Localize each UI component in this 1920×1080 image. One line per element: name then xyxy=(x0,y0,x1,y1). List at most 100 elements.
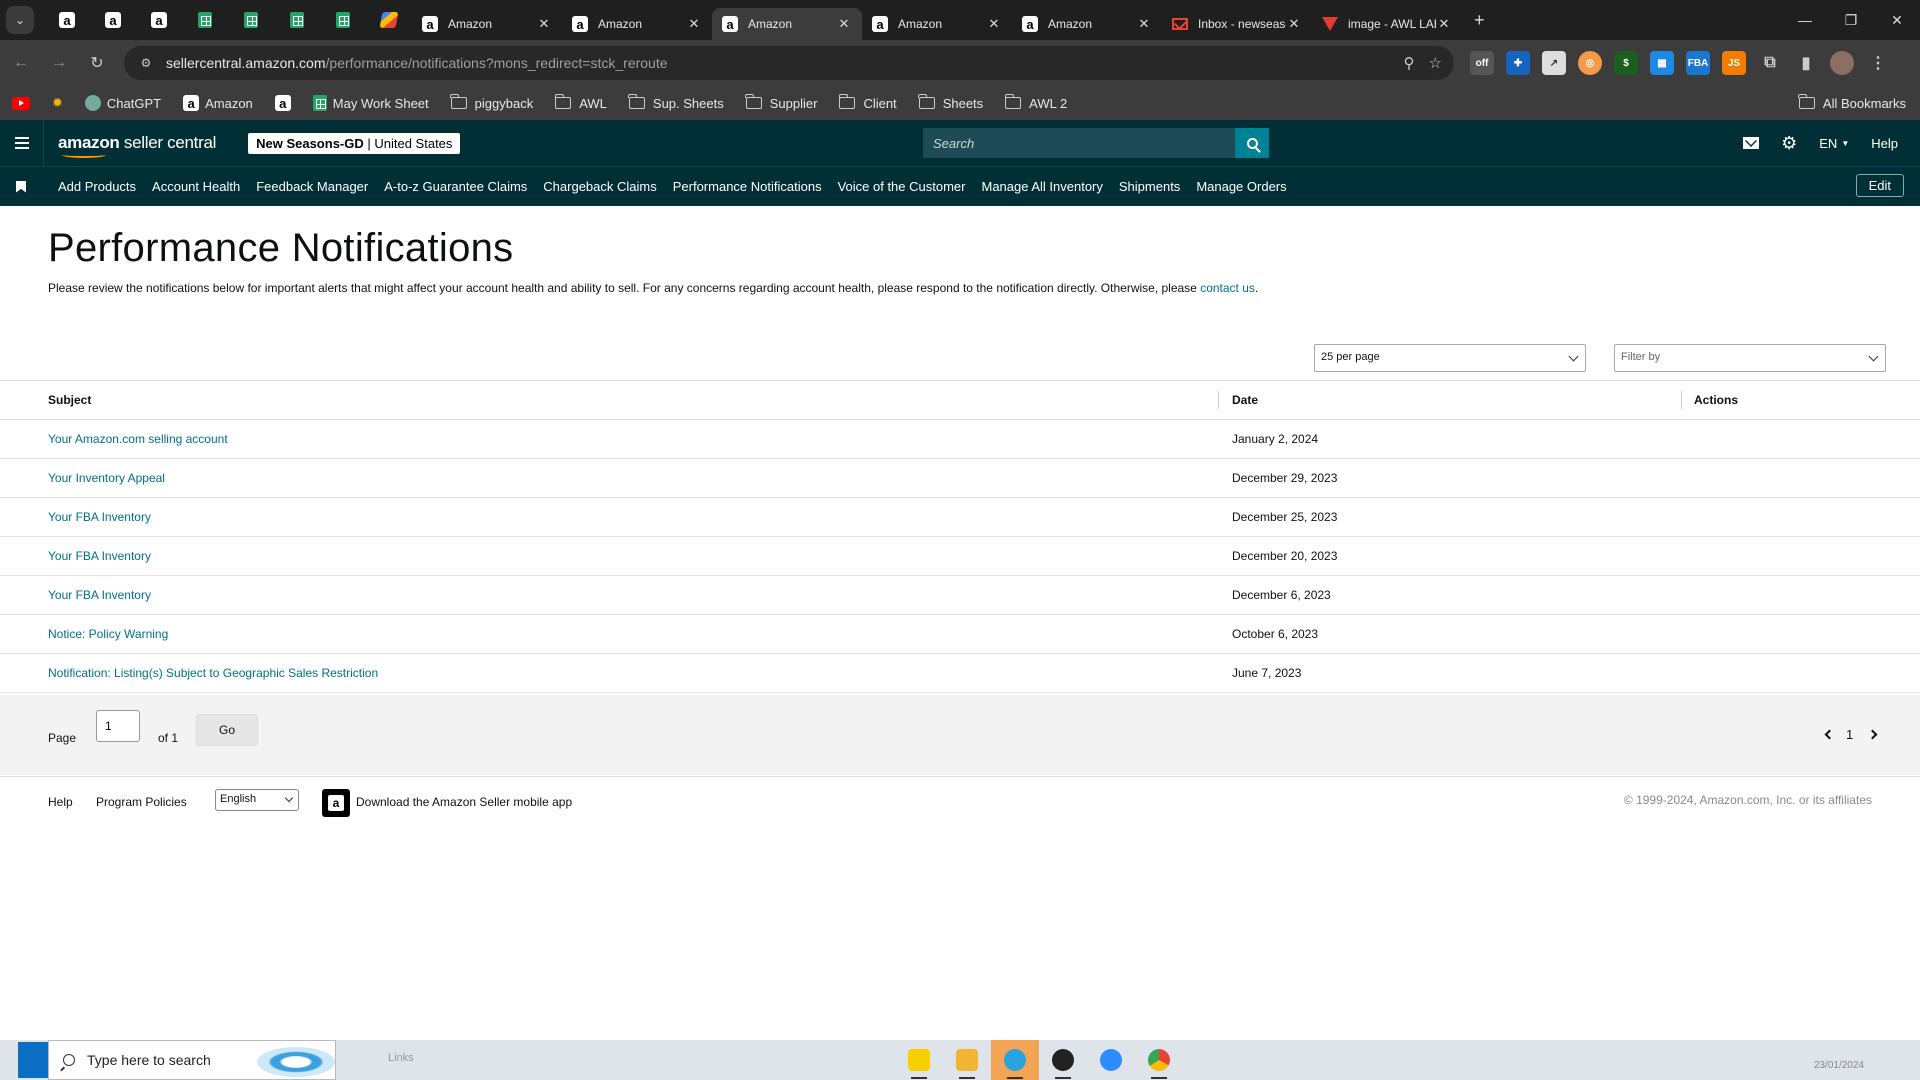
extension-orange-icon[interactable]: ◎ xyxy=(1578,51,1602,75)
extension-green-icon[interactable]: $ xyxy=(1614,51,1638,75)
close-icon[interactable]: ✕ xyxy=(1286,16,1302,32)
tab-active[interactable]: a Amazon ✕ xyxy=(712,8,862,40)
help-link[interactable]: Help xyxy=(1871,136,1898,151)
zoom-icon[interactable]: ⚲ xyxy=(1404,54,1415,72)
forward-icon[interactable]: → xyxy=(42,46,76,80)
download-app-link[interactable]: Download the Amazon Seller mobile app xyxy=(356,795,572,809)
pinned-tab-amazon[interactable]: a xyxy=(44,0,90,40)
sticky-notes-app[interactable] xyxy=(895,1040,943,1080)
pinned-tab-app[interactable] xyxy=(366,0,412,40)
taskbar-search[interactable]: Type here to search xyxy=(48,1040,336,1080)
chevron-left-icon[interactable] xyxy=(1824,729,1835,740)
menu-kebab-icon[interactable]: ⋮ xyxy=(1866,51,1890,75)
footer-language-select[interactable]: English xyxy=(215,789,299,811)
pinned-tab-sheets[interactable] xyxy=(182,0,228,40)
notification-subject-link[interactable]: Your FBA Inventory xyxy=(48,510,151,524)
tab[interactable]: a Amazon ✕ xyxy=(862,8,1012,40)
bookmark-folder-client[interactable]: Client xyxy=(838,94,897,111)
notification-subject-link[interactable]: Your FBA Inventory xyxy=(48,549,151,563)
seller-app-icon[interactable]: a xyxy=(322,789,350,817)
zoom-app[interactable] xyxy=(1087,1040,1135,1080)
page-number-input[interactable] xyxy=(96,710,140,742)
close-window-icon[interactable]: ✕ xyxy=(1874,0,1920,40)
pinned-tab-sheets[interactable] xyxy=(320,0,366,40)
close-icon[interactable]: ✕ xyxy=(836,16,852,32)
bookmark-folder-sup-sheets[interactable]: Sup. Sheets xyxy=(628,94,724,111)
bookmark-folder-piggyback[interactable]: piggyback xyxy=(450,94,533,111)
nav-manage-orders[interactable]: Manage Orders xyxy=(1196,179,1286,194)
nav-chargeback-claims[interactable]: Chargeback Claims xyxy=(543,179,656,194)
extension-js-icon[interactable]: JS xyxy=(1722,51,1746,75)
extension-fba-icon[interactable]: FBA xyxy=(1686,51,1710,75)
extension-chart-icon[interactable]: ↗ xyxy=(1542,51,1566,75)
extension-blue-icon[interactable]: ✚ xyxy=(1506,51,1530,75)
taskbar-links-toolbar[interactable]: Links xyxy=(388,1052,414,1064)
extensions-puzzle-icon[interactable]: ⧉ xyxy=(1758,51,1782,75)
notification-subject-link[interactable]: Your FBA Inventory xyxy=(48,588,151,602)
bookmark-star-icon[interactable]: ☆ xyxy=(1429,54,1442,72)
extension-calc-icon[interactable]: ▦ xyxy=(1650,51,1674,75)
current-page-number[interactable]: 1 xyxy=(1846,727,1853,742)
filter-select[interactable]: Filter by xyxy=(1614,344,1886,372)
side-panel-icon[interactable]: ▮ xyxy=(1794,51,1818,75)
tab[interactable]: a Amazon ✕ xyxy=(562,8,712,40)
go-button[interactable]: Go xyxy=(196,714,258,746)
pinned-tab-amazon[interactable]: a xyxy=(90,0,136,40)
notification-subject-link[interactable]: Your Inventory Appeal xyxy=(48,471,165,485)
nav-account-health[interactable]: Account Health xyxy=(152,179,240,194)
bookmark-folder-supplier[interactable]: Supplier xyxy=(745,94,817,111)
bookmark-icon[interactable] xyxy=(16,180,26,193)
restore-icon[interactable]: ❐ xyxy=(1828,0,1874,40)
site-info-icon[interactable]: ⚙ xyxy=(134,56,158,70)
telegram-app[interactable] xyxy=(991,1040,1039,1080)
close-icon[interactable]: ✕ xyxy=(1436,16,1452,32)
pinned-tab-amazon[interactable]: a xyxy=(136,0,182,40)
file-explorer-app[interactable] xyxy=(943,1040,991,1080)
settings-button[interactable]: ⚙ xyxy=(1781,133,1797,154)
bookmark-youtube[interactable] xyxy=(12,96,30,110)
close-icon[interactable]: ✕ xyxy=(986,16,1002,32)
seller-central-logo[interactable]: amazon seller central xyxy=(58,133,216,158)
bookmark-chatgpt[interactable]: ChatGPT xyxy=(84,95,161,111)
bookmark-misc[interactable]: ✹ xyxy=(52,95,63,111)
bookmark-folder-awl[interactable]: AWL xyxy=(554,94,607,111)
language-selector[interactable]: EN ▼ xyxy=(1819,136,1849,151)
tab[interactable]: Inbox - newseasonsg✕ xyxy=(1162,8,1312,40)
bookmark-folder-awl-2[interactable]: AWL 2 xyxy=(1004,94,1067,111)
search-button[interactable] xyxy=(1235,128,1269,158)
notification-subject-link[interactable]: Notification: Listing(s) Subject to Geog… xyxy=(48,666,378,680)
contact-us-link[interactable]: contact us xyxy=(1200,281,1255,295)
reload-icon[interactable]: ↻ xyxy=(80,46,114,80)
close-icon[interactable]: ✕ xyxy=(536,16,552,32)
hamburger-menu-icon[interactable] xyxy=(0,120,44,166)
tab-search-button[interactable]: ⌄ xyxy=(6,6,34,34)
tab[interactable]: a Amazon ✕ xyxy=(1012,8,1162,40)
tab[interactable]: image - AWL LABEL✕ xyxy=(1312,8,1462,40)
nav-voice-of-customer[interactable]: Voice of the Customer xyxy=(838,179,966,194)
address-bar[interactable]: ⚙ sellercentral.amazon.com/performance/n… xyxy=(124,46,1454,80)
nav-shipments[interactable]: Shipments xyxy=(1119,179,1180,194)
nav-performance-notifications[interactable]: Performance Notifications xyxy=(673,179,822,194)
all-bookmarks[interactable]: All Bookmarks xyxy=(1798,86,1906,120)
start-tile[interactable] xyxy=(18,1042,50,1078)
bookmark-amazon-2[interactable]: a xyxy=(274,95,291,111)
account-switcher[interactable]: New Seasons-GD | United States xyxy=(248,132,461,154)
tab[interactable]: a Amazon ✕ xyxy=(412,8,562,40)
close-icon[interactable]: ✕ xyxy=(1136,16,1152,32)
nav-manage-inventory[interactable]: Manage All Inventory xyxy=(981,179,1102,194)
obs-app[interactable] xyxy=(1039,1040,1087,1080)
per-page-select[interactable]: 25 per page xyxy=(1314,344,1586,372)
column-header-date[interactable]: Date xyxy=(1232,393,1258,407)
bookmark-amazon[interactable]: a Amazon xyxy=(183,95,253,111)
nav-feedback-manager[interactable]: Feedback Manager xyxy=(256,179,368,194)
notification-subject-link[interactable]: Notice: Policy Warning xyxy=(48,627,168,641)
chrome-app[interactable] xyxy=(1135,1040,1183,1080)
chevron-right-icon[interactable] xyxy=(1867,729,1878,740)
footer-policies-link[interactable]: Program Policies xyxy=(96,795,187,809)
minimize-icon[interactable]: — xyxy=(1782,0,1828,40)
pinned-tab-sheets[interactable] xyxy=(228,0,274,40)
extension-off-icon[interactable]: off xyxy=(1470,51,1494,75)
bookmark-folder-sheets[interactable]: Sheets xyxy=(918,94,983,111)
pinned-tab-sheets[interactable] xyxy=(274,0,320,40)
edit-nav-button[interactable]: Edit xyxy=(1855,174,1904,197)
